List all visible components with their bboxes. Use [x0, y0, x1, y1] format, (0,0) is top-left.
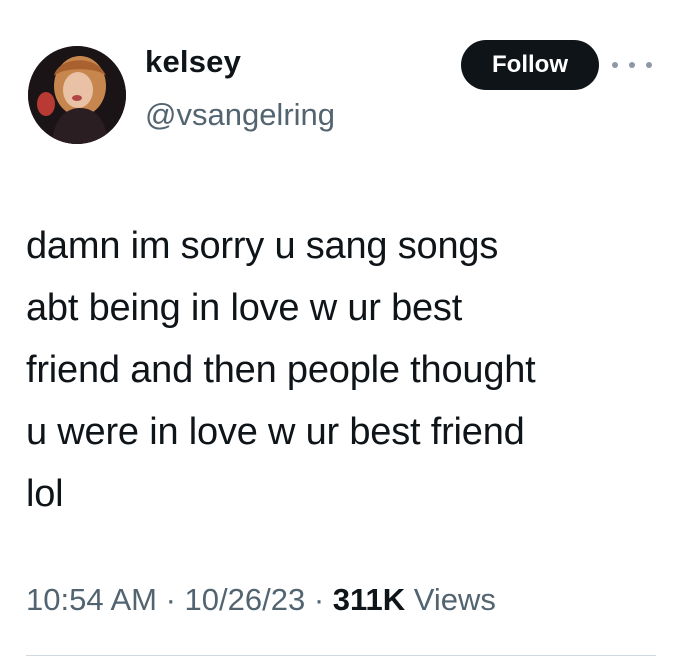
views-label: Views	[405, 582, 496, 617]
more-horizontal-icon[interactable]	[612, 55, 652, 75]
avatar[interactable]	[28, 46, 126, 144]
divider	[26, 655, 656, 656]
more-dot	[646, 62, 652, 68]
display-name[interactable]: kelsey	[145, 44, 241, 80]
follow-button[interactable]: Follow	[461, 40, 599, 90]
more-dot	[629, 62, 635, 68]
meta-separator: ·	[156, 582, 185, 617]
tweet-date[interactable]: 10/26/23	[185, 582, 306, 617]
views-count[interactable]: 311K	[333, 582, 405, 617]
user-handle[interactable]: @vsangelring	[145, 97, 335, 133]
more-dot	[612, 62, 618, 68]
avatar-image	[28, 46, 126, 144]
tweet-meta: 10:54 AM · 10/26/23 · 311K Views	[26, 582, 496, 618]
tweet-text: damn im sorry u sang songs abt being in …	[26, 225, 536, 515]
tweet-card: kelsey @vsangelring Follow damn im sorry…	[0, 0, 680, 662]
meta-separator: ·	[305, 582, 333, 617]
tweet-time[interactable]: 10:54 AM	[26, 582, 157, 617]
